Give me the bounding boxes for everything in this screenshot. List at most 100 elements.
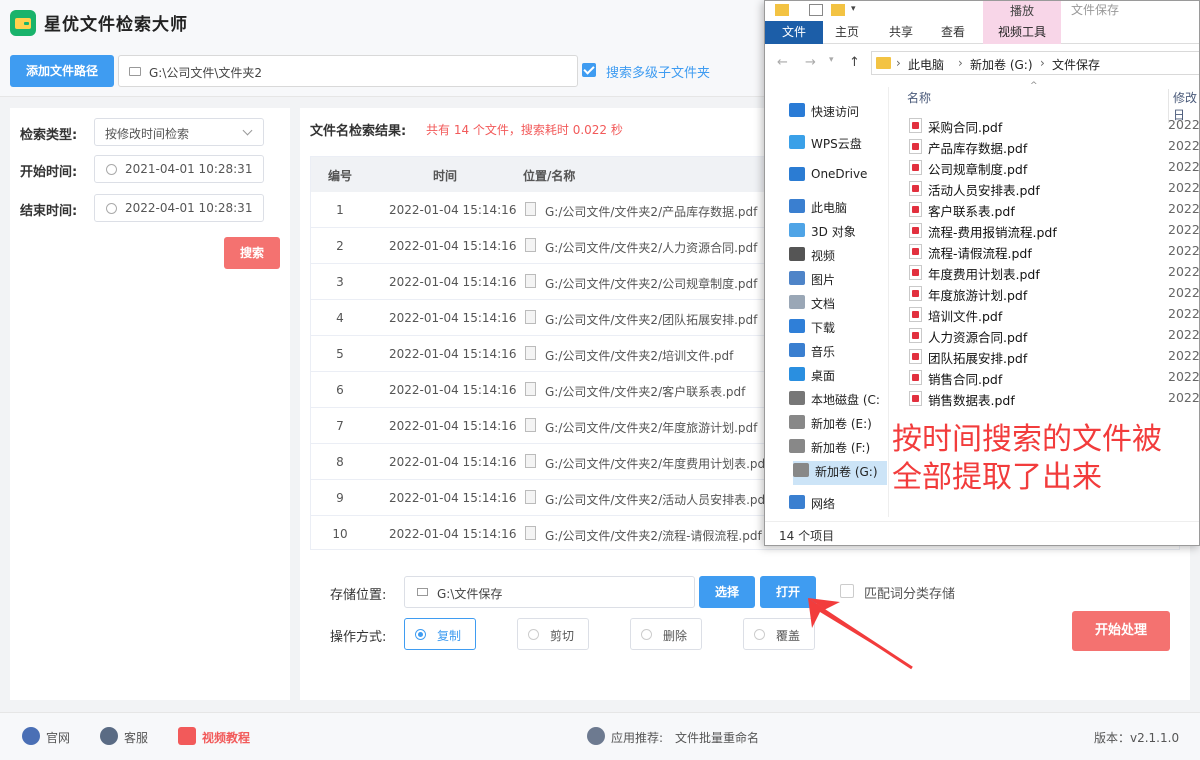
row-time: 2022-01-04 15:14:16 xyxy=(389,203,517,217)
start-date-value: 2021-04-01 10:28:31 xyxy=(125,162,253,176)
file-row[interactable]: 年度旅游计划.pdf 2022- xyxy=(890,283,1200,304)
file-row[interactable]: 培训文件.pdf 2022- xyxy=(890,304,1199,325)
file-name: 产品库存数据.pdf xyxy=(928,141,1028,156)
ribbon-tab-home[interactable]: 主页 xyxy=(825,21,869,44)
nav-item-label: 文档 xyxy=(811,297,836,311)
footer-service-link[interactable]: 客服 xyxy=(124,729,148,746)
file-name: 团队拓展安排.pdf xyxy=(928,351,1028,366)
nav-item-label: 本地磁盘 (C: xyxy=(811,393,880,407)
chevron-down-icon[interactable]: ▾ xyxy=(829,55,834,65)
storage-input[interactable]: G:\文件保存 xyxy=(404,576,695,608)
row-no: 3 xyxy=(336,275,344,289)
file-row[interactable]: 公司规章制度.pdf 2022- xyxy=(890,157,1199,178)
breadcrumb-folder[interactable]: 文件保存 xyxy=(1052,56,1100,73)
ribbon-tabs: 文件 主页 共享 查看 视频工具 xyxy=(765,21,1199,44)
network-icon xyxy=(789,495,805,509)
file-row[interactable]: 活动人员安排表.pdf 2022- xyxy=(890,178,1200,199)
choose-button[interactable]: 选择 xyxy=(699,576,755,608)
file-row[interactable]: 人力资源合同.pdf 2022- xyxy=(890,325,1200,346)
document-icon xyxy=(525,202,536,216)
new-folder-icon[interactable] xyxy=(831,4,845,16)
file-row[interactable]: 销售数据表.pdf 2022- xyxy=(890,388,1199,409)
document-icon xyxy=(525,238,536,252)
file-row[interactable]: 团队拓展安排.pdf 2022- xyxy=(890,346,1199,367)
document-icon xyxy=(789,295,805,309)
file-row[interactable]: 流程-费用报销流程.pdf 2022- xyxy=(890,220,1199,241)
left-panel: 检索类型: 按修改时间检索 开始时间: 2021-04-01 10:28:31 … xyxy=(10,108,290,700)
file-row[interactable]: 客户联系表.pdf 2022- xyxy=(890,199,1200,220)
footer-video-link[interactable]: 视频教程 xyxy=(202,729,250,746)
search-sub-checkbox[interactable] xyxy=(582,63,596,77)
row-time: 2022-01-04 15:14:16 xyxy=(389,527,517,541)
file-row[interactable]: 产品库存数据.pdf 2022- xyxy=(890,136,1199,157)
end-label: 结束时间: xyxy=(20,204,78,219)
file-name: 年度旅游计划.pdf xyxy=(928,288,1028,303)
op-copy-radio[interactable]: 复制 xyxy=(404,618,476,650)
type-label: 检索类型: xyxy=(20,128,78,143)
properties-icon[interactable] xyxy=(809,4,823,16)
search-sub-label[interactable]: 搜索多级子文件夹 xyxy=(606,62,710,81)
address-bar[interactable]: › 此电脑 › 新加卷 (G:) › 文件保存 xyxy=(871,51,1199,75)
op-label: 操作方式: xyxy=(330,630,387,645)
nav-item-label: 图片 xyxy=(811,273,836,287)
pdf-file-icon xyxy=(909,244,922,259)
start-process-button[interactable]: 开始处理 xyxy=(1072,611,1170,651)
context-tab-play[interactable]: 播放 xyxy=(983,1,1061,21)
ribbon-tab-view[interactable]: 查看 xyxy=(931,21,975,44)
folder-icon xyxy=(417,588,428,596)
nav-item-label: 此电脑 xyxy=(811,201,848,215)
file-name: 活动人员安排表.pdf xyxy=(928,183,1040,198)
folder-icon[interactable] xyxy=(775,4,789,16)
ribbon-tab-video-tools[interactable]: 视频工具 xyxy=(983,21,1061,44)
add-path-button[interactable]: 添加文件路径 xyxy=(10,55,114,87)
pdf-file-icon xyxy=(909,223,922,238)
search-button[interactable]: 搜索 xyxy=(224,237,280,269)
file-row[interactable]: 销售合同.pdf 2022- xyxy=(890,367,1199,388)
up-arrow-icon[interactable]: ↑ xyxy=(849,55,860,70)
row-no: 1 xyxy=(336,203,344,217)
col-time: 时间 xyxy=(433,169,458,183)
picture-icon xyxy=(789,271,805,285)
footer-recommend-link[interactable]: 文件批量重命名 xyxy=(675,729,759,746)
forward-arrow-icon[interactable]: → xyxy=(805,55,816,70)
op-delete-radio[interactable]: 删除 xyxy=(630,618,702,650)
nav-item-label: OneDrive xyxy=(811,167,868,181)
chevron-down-icon xyxy=(242,125,253,136)
breadcrumb-pc[interactable]: 此电脑 xyxy=(908,56,944,73)
file-name: 采购合同.pdf xyxy=(928,120,1003,135)
start-date-input[interactable]: 2021-04-01 10:28:31 xyxy=(94,155,264,183)
computer-icon xyxy=(789,199,805,213)
file-date: 2022- xyxy=(1168,180,1200,195)
file-row[interactable]: 流程-请假流程.pdf 2022- xyxy=(890,241,1199,262)
row-time: 2022-01-04 15:14:16 xyxy=(389,419,517,433)
file-row[interactable]: 年度费用计划表.pdf 2022- xyxy=(890,262,1199,283)
op-cut-radio[interactable]: 剪切 xyxy=(517,618,589,650)
pdf-file-icon xyxy=(909,370,922,385)
result-stats: 共有 14 个文件，搜索耗时 0.022 秒 xyxy=(426,123,623,137)
file-date: 2022- xyxy=(1168,285,1200,300)
nav-item-label: 新加卷 (E:) xyxy=(811,417,872,431)
file-row[interactable]: 采购合同.pdf 2022- xyxy=(890,115,1199,136)
path-input[interactable]: G:\公司文件\文件夹2 xyxy=(118,55,578,87)
footer-official-link[interactable]: 官网 xyxy=(46,729,70,746)
file-date: 2022- xyxy=(1168,327,1200,342)
ribbon-tab-file[interactable]: 文件 xyxy=(765,21,823,44)
row-no: 10 xyxy=(332,527,348,541)
row-no: 4 xyxy=(336,311,344,325)
col-name[interactable]: 名称 xyxy=(907,89,931,106)
footer: 官网 客服 视频教程 应用推荐: 文件批量重命名 版本：v2.1.1.0 xyxy=(0,712,1200,760)
row-path: G:/公司文件/文件夹2/年度费用计划表.pdf xyxy=(545,457,770,471)
clock-icon xyxy=(106,164,117,175)
file-date: 2022- xyxy=(1168,201,1200,216)
nav-item-label: 音乐 xyxy=(811,345,836,359)
storage-value: G:\文件保存 xyxy=(437,587,503,601)
back-arrow-icon[interactable]: ← xyxy=(777,55,788,70)
type-select[interactable]: 按修改时间检索 xyxy=(94,118,264,146)
end-date-input[interactable]: 2022-04-01 10:28:31 xyxy=(94,194,264,222)
nav-item[interactable]: 新加卷 (G:) xyxy=(793,461,887,485)
chevron-down-icon[interactable]: ▾ xyxy=(851,4,861,16)
quick-access-toolbar: ▾ 播放 文件保存 xyxy=(765,1,1199,21)
breadcrumb-drive[interactable]: 新加卷 (G:) xyxy=(970,56,1033,73)
radio-dot-icon xyxy=(415,629,426,640)
ribbon-tab-share[interactable]: 共享 xyxy=(879,21,923,44)
